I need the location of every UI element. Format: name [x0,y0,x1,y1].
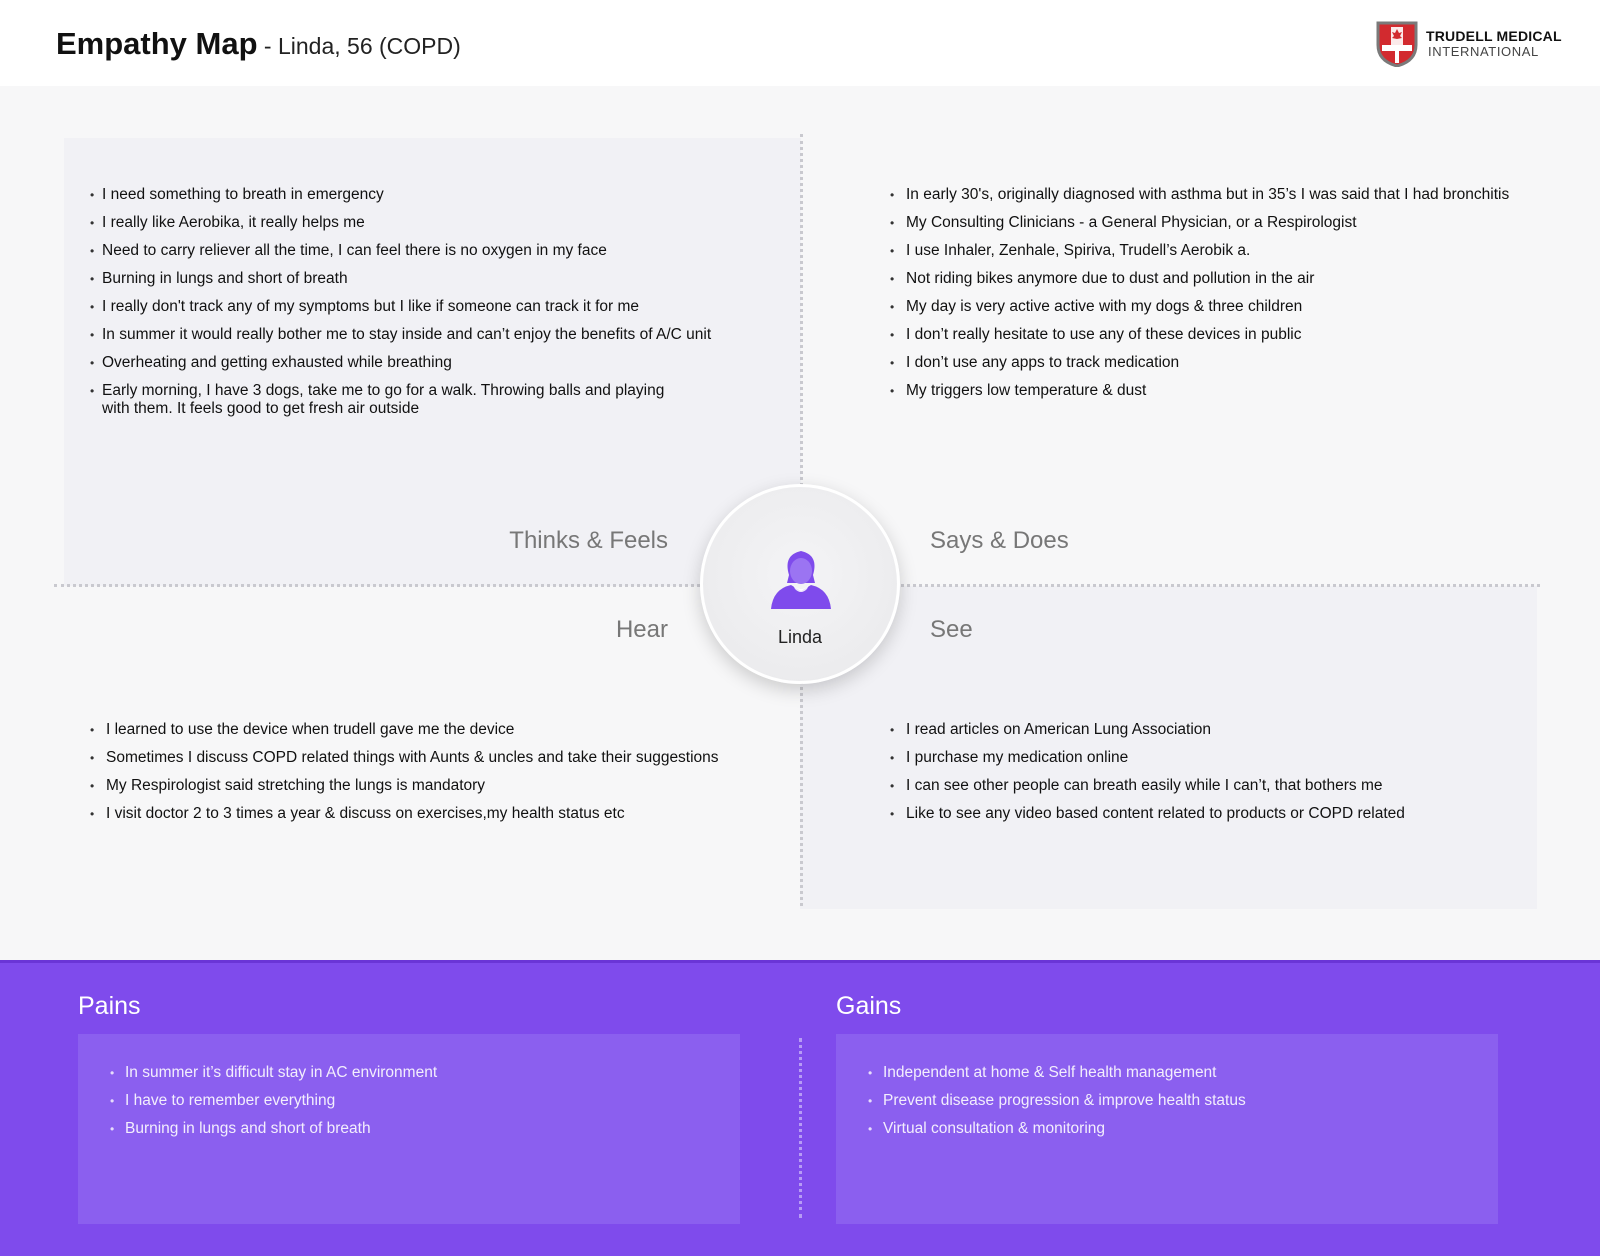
list-item: I can see other people can breath easily… [890,777,1530,795]
thinks-feels-label: Thinks & Feels [509,527,668,554]
says-does-label: Says & Does [930,527,1069,554]
company-logo: TRUDELL MEDICAL INTERNATIONAL [1374,19,1574,67]
list-item: I read articles on American Lung Associa… [890,721,1530,739]
list-item: I don’t use any apps to track medication [890,354,1590,372]
list-item: Independent at home & Self health manage… [868,1064,1488,1082]
page-subtitle: - Linda, 56 (COPD) [257,33,461,59]
list-item: I don’t really hesitate to use any of th… [890,326,1590,344]
list-item: Sometimes I discuss COPD related things … [90,749,780,767]
list-item: I visit doctor 2 to 3 times a year & dis… [90,805,780,823]
pains-list: In summer it’s difficult stay in AC envi… [110,1064,730,1148]
thinks-feels-list: I need something to breath in emergency … [90,186,770,428]
list-item: I use Inhaler, Zenhale, Spiriva, Trudell… [890,242,1590,260]
list-item: I really don't track any of my symptoms … [90,298,770,316]
list-item: Early morning, I have 3 dogs, take me to… [90,382,690,418]
list-item: My triggers low temperature & dust [890,382,1590,400]
header: Empathy Map - Linda, 56 (COPD) TRUDELL M… [0,0,1600,86]
list-item: In early 30's, originally diagnosed with… [890,186,1590,204]
list-item: Overheating and getting exhausted while … [90,354,770,372]
list-item: Need to carry reliever all the time, I c… [90,242,770,260]
logo-subtitle: INTERNATIONAL [1428,44,1539,59]
persona-name: Linda [777,627,823,647]
list-item: I purchase my medication online [890,749,1530,767]
list-item: Burning in lungs and short of breath [90,270,770,288]
list-item: I really like Aerobika, it really helps … [90,214,770,232]
page-title-text: Empathy Map [56,26,258,61]
list-item: Prevent disease progression & improve he… [868,1092,1488,1110]
list-item: Not riding bikes anymore due to dust and… [890,270,1590,288]
pains-box: In summer it’s difficult stay in AC envi… [78,1034,740,1224]
hear-list: I learned to use the device when trudell… [90,721,780,833]
pains-title: Pains [78,992,141,1020]
list-item: My day is very active active with my dog… [890,298,1590,316]
says-does-list: In early 30's, originally diagnosed with… [890,186,1590,410]
gains-box: Independent at home & Self health manage… [836,1034,1498,1224]
gains-list: Independent at home & Self health manage… [868,1064,1488,1148]
page-title: Empathy Map - Linda, 56 (COPD) [56,26,461,62]
list-item: Burning in lungs and short of breath [110,1120,730,1138]
list-item: In summer it’s difficult stay in AC envi… [110,1064,730,1082]
list-item: My Respirologist said stretching the lun… [90,777,780,795]
list-item: Virtual consultation & monitoring [868,1120,1488,1138]
user-female-icon [771,551,831,609]
list-item: In summer it would really bother me to s… [90,326,770,344]
list-item: I learned to use the device when trudell… [90,721,780,739]
list-item: I need something to breath in emergency [90,186,770,204]
hear-label: Hear [615,616,668,643]
list-item: I have to remember everything [110,1092,730,1110]
logo-name: TRUDELL MEDICAL [1426,28,1562,44]
pains-gains-divider [799,1038,802,1218]
list-item: My Consulting Clinicians - a General Phy… [890,214,1590,232]
list-item: Like to see any video based content rela… [890,805,1530,823]
persona-circle: Linda [700,484,900,684]
see-list: I read articles on American Lung Associa… [890,721,1530,833]
shield-logo-icon [1376,21,1418,67]
gains-title: Gains [836,992,902,1020]
see-label: See [930,616,973,643]
